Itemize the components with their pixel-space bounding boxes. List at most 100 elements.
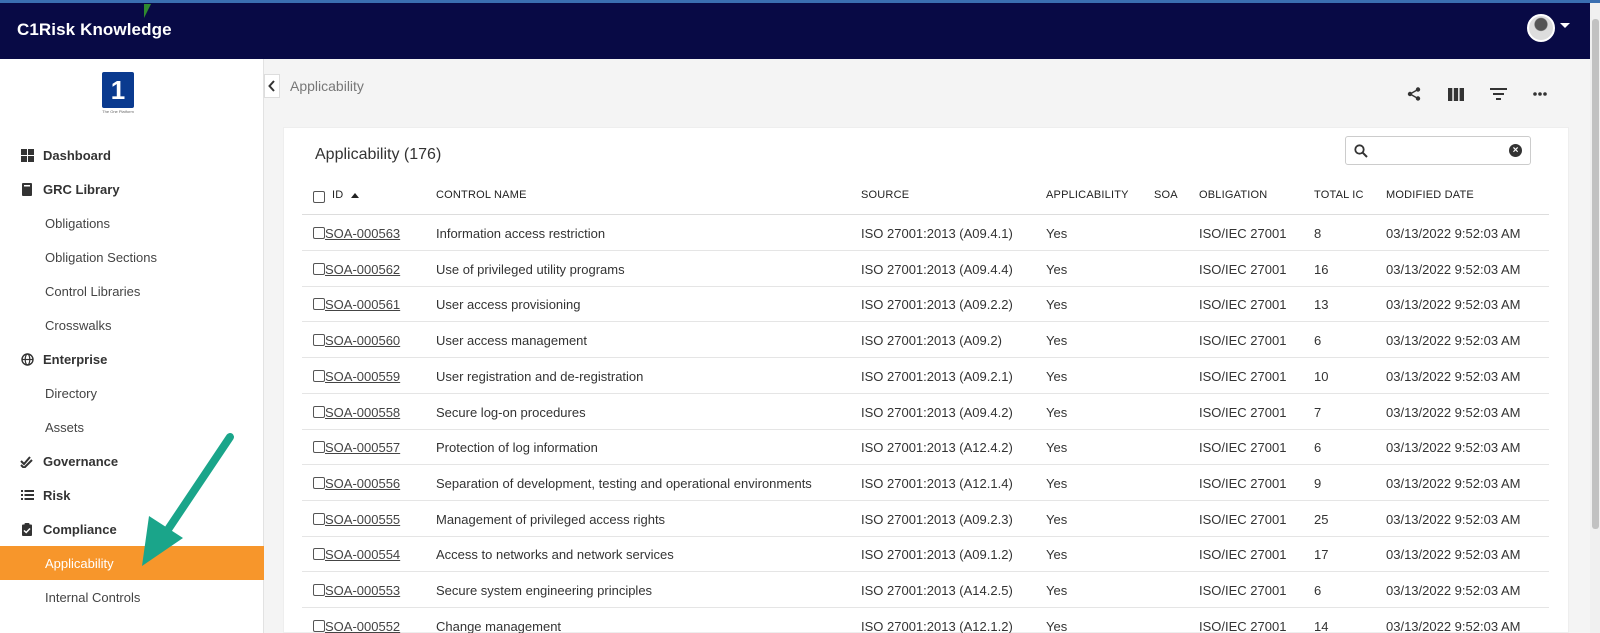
row-checkbox[interactable] [313,476,325,489]
table-row[interactable]: SOA-000555 Management of privileged acces… [302,502,1549,537]
id-cell[interactable]: SOA-000553 [325,583,400,598]
id-cell[interactable]: SOA-000563 [325,226,400,241]
search-input[interactable] [1374,141,1500,161]
filter-button[interactable] [1487,84,1509,104]
table-row[interactable]: SOA-000552 Change management ISO 27001:201… [302,609,1549,633]
table-row[interactable]: SOA-000556 Separation of development, tes… [302,466,1549,501]
row-checkbox[interactable] [313,405,325,418]
id-cell[interactable]: SOA-000561 [325,297,400,312]
sidebar-item-control-libraries[interactable]: Control Libraries [0,274,264,308]
vertical-scrollbar[interactable] [1590,3,1600,633]
id-cell[interactable]: SOA-000559 [325,369,400,384]
filter-icon [1489,88,1507,100]
obligation-cell: ISO/IEC 27001 [1199,475,1287,491]
sidebar-item-crosswalks[interactable]: Crosswalks [0,308,264,342]
source-cell: ISO 27001:2013 (A12.1.4) [861,475,1013,491]
id-cell[interactable]: SOA-000556 [325,476,400,491]
id-cell[interactable]: SOA-000562 [325,262,400,277]
row-checkbox[interactable] [313,298,325,311]
sidebar-item-label: Applicability [45,555,114,571]
table-row[interactable]: SOA-000560 User access management ISO 2700… [302,323,1549,359]
sidebar-item-directory[interactable]: Directory [0,376,264,410]
sidebar-item-assets[interactable]: Assets [0,410,264,444]
id-cell[interactable]: SOA-000555 [325,512,400,527]
scrollbar-thumb[interactable] [1592,19,1599,529]
table-row[interactable]: SOA-000561 User access provisioning ISO 27… [302,287,1549,323]
table-row[interactable]: SOA-000558 Secure log-on procedures ISO 27… [302,395,1549,430]
sidebar-item-internal-controls[interactable]: Internal Controls [0,580,264,614]
applicability-cell: Yes [1046,475,1068,491]
column-header-obligation[interactable]: OBLIGATION [1199,189,1267,201]
row-checkbox[interactable] [313,512,325,525]
sidebar-item-grc-library[interactable]: GRC Library [0,172,264,206]
modified-date-cell: 03/13/2022 9:52:03 AM [1386,368,1521,384]
source-cell: ISO 27001:2013 (A12.1.2) [861,618,1013,633]
control-name-cell: Protection of log information [436,440,598,456]
total-ic-cell: 13 [1314,297,1329,313]
sidebar-item-applicability[interactable]: Applicability [0,546,264,580]
id-cell[interactable]: SOA-000552 [325,619,400,633]
modified-date-cell: 03/13/2022 9:52:03 AM [1386,547,1521,563]
row-checkbox[interactable] [313,334,325,347]
header-divider [302,214,1549,215]
more-options-button[interactable] [1529,84,1551,104]
sidebar-item-label: Risk [43,487,71,503]
applicability-cell: Yes [1046,618,1068,633]
row-checkbox[interactable] [313,619,325,632]
total-ic-cell: 14 [1314,618,1329,633]
control-name-cell: Management of privileged access rights [436,511,666,527]
column-header-modified-date[interactable]: MODIFIED DATE [1386,189,1474,201]
table-row[interactable]: SOA-000557 Protection of log information I… [302,430,1549,466]
source-cell: ISO 27001:2013 (A09.1.2) [861,547,1013,563]
sidebar-item-label: Directory [45,385,98,401]
id-cell[interactable]: SOA-000557 [325,440,400,455]
search-box[interactable]: × [1345,136,1531,165]
row-checkbox[interactable] [313,369,325,382]
sidebar-item-governance[interactable]: Governance [0,444,264,478]
sidebar-item-compliance[interactable]: Compliance [0,512,264,546]
globe-icon [20,352,34,366]
column-header-control-name[interactable]: CONTROL NAME [436,189,527,201]
share-icon [1407,87,1421,101]
column-header-id[interactable]: ID [332,189,360,201]
sidebar-item-dashboard[interactable]: Dashboard [0,138,264,172]
clear-search-icon[interactable]: × [1509,144,1522,157]
table-row[interactable]: SOA-000554 Access to networks and network… [302,537,1549,573]
column-header-total-ic[interactable]: TOTAL IC [1314,189,1364,201]
sidebar-item-label: Dashboard [43,147,111,163]
table-row[interactable]: SOA-000553 Secure system engineering prin… [302,573,1549,608]
share-button[interactable] [1403,84,1425,104]
sidebar-item-obligations[interactable]: Obligations [0,206,264,240]
chevron-down-icon[interactable] [1560,23,1570,28]
double-check-icon [20,454,34,468]
id-cell[interactable]: SOA-000560 [325,333,400,348]
columns-button[interactable] [1445,84,1467,104]
modified-date-cell: 03/13/2022 9:52:03 AM [1386,226,1521,241]
table-row[interactable]: SOA-000563 Information access restriction… [302,216,1549,251]
company-logo[interactable]: 1 [102,72,134,108]
column-header-source[interactable]: SOURCE [861,189,909,201]
id-cell[interactable]: SOA-000554 [325,547,400,562]
row-checkbox[interactable] [313,227,325,239]
row-checkbox[interactable] [313,548,325,561]
row-checkbox[interactable] [313,262,325,275]
column-header-applicability[interactable]: APPLICABILITY [1046,189,1129,201]
modified-date-cell: 03/13/2022 9:52:03 AM [1386,583,1521,598]
column-header-soa[interactable]: SOA [1154,189,1178,201]
table-row[interactable]: SOA-000559 User registration and de-regis… [302,359,1549,394]
row-checkbox[interactable] [313,441,325,454]
sidebar-item-enterprise[interactable]: Enterprise [0,342,264,376]
control-name-cell: Access to networks and network services [436,547,674,563]
id-cell[interactable]: SOA-000558 [325,405,400,420]
row-checkbox[interactable] [313,584,325,596]
table-row[interactable]: SOA-000562 Use of privileged utility prog… [302,252,1549,287]
control-name-cell: Separation of development, testing and o… [436,475,812,491]
select-all-checkbox[interactable] [313,191,325,203]
obligation-cell: ISO/IEC 27001 [1199,511,1287,527]
user-avatar[interactable] [1527,14,1555,42]
source-cell: ISO 27001:2013 (A09.2.1) [861,368,1013,384]
sidebar-item-obligation-sections[interactable]: Obligation Sections [0,240,264,274]
collapse-sidebar-button[interactable] [264,74,280,98]
sidebar-item-risk[interactable]: Risk [0,478,264,512]
obligation-cell: ISO/IEC 27001 [1199,297,1287,313]
